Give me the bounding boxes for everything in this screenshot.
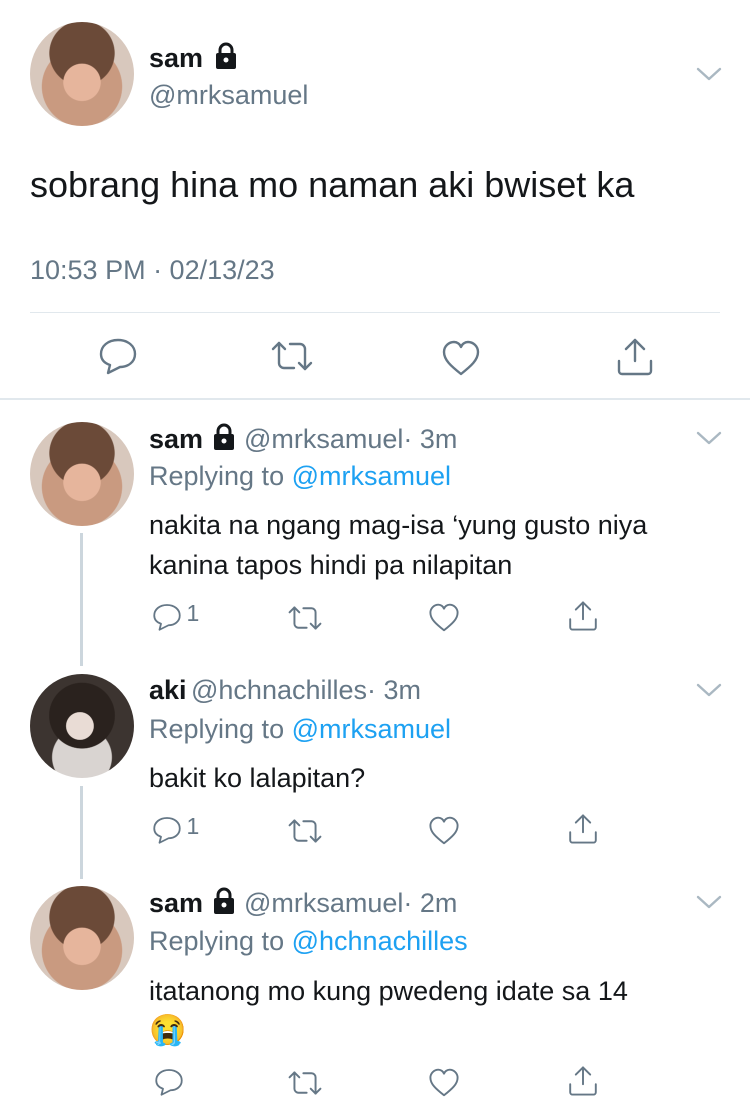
retweet-icon[interactable] [287, 818, 323, 844]
divider [30, 312, 720, 313]
reply-header: sam @mrksamuel· 3m [149, 423, 457, 455]
author-handle[interactable]: @mrksamuel [244, 888, 403, 918]
reply-icon[interactable] [154, 1067, 184, 1097]
reply-count: 1 [186, 600, 200, 626]
reply-time[interactable]: · 3m [403, 424, 457, 454]
like-icon[interactable] [428, 1068, 460, 1097]
reply-text-line: itatanong mo kung pwedeng idate sa 14 [149, 976, 628, 1006]
retweet-icon[interactable] [287, 1070, 323, 1096]
reply-icon[interactable] [98, 337, 138, 375]
reply-action[interactable]: 1 [152, 600, 199, 632]
retweet-icon[interactable] [287, 605, 323, 631]
avatar[interactable] [30, 674, 134, 778]
reply-icon[interactable] [152, 815, 182, 845]
reply-text: bakit ko lalapitan? [149, 758, 365, 798]
author-handle[interactable]: @hchnachilles [191, 675, 367, 705]
thread-line [80, 533, 83, 666]
share-icon[interactable] [567, 813, 599, 845]
reply-text: itatanong mo kung pwedeng idate sa 14 😭 [149, 971, 628, 1051]
tweet-text: sobrang hina mo naman aki bwiset ka [30, 164, 635, 205]
replying-handle-link[interactable]: @hchnachilles [292, 926, 468, 956]
chevron-down-icon[interactable] [696, 66, 722, 82]
main-tweet-author: sam [149, 42, 238, 74]
chevron-down-icon[interactable] [696, 430, 722, 446]
crying-emoji: 😭 [149, 1014, 187, 1047]
avatar[interactable] [30, 22, 134, 126]
reply-text-line: bakit ko lalapitan? [149, 763, 366, 793]
replying-to: Replying to @hchnachilles [149, 926, 468, 957]
like-icon[interactable] [428, 603, 460, 632]
replying-to: Replying to @mrksamuel [149, 461, 451, 492]
replying-label: Replying to [149, 926, 285, 956]
display-name[interactable]: sam [149, 888, 203, 918]
reply-time[interactable]: · 2m [403, 888, 457, 918]
reply-text-line: nakita na ngang mag-isa ‘yung gusto niya [149, 510, 648, 540]
thread-line [80, 786, 83, 879]
reply-text-line: kanina tapos hindi pa nilapitan [149, 550, 513, 580]
tweet-timestamp[interactable]: 10:53 PM · 02/13/23 [30, 255, 275, 286]
share-icon[interactable] [567, 600, 599, 632]
chevron-down-icon[interactable] [696, 894, 722, 910]
lock-icon [215, 42, 236, 69]
lock-icon [213, 423, 234, 450]
avatar[interactable] [30, 886, 134, 990]
reply-header: aki @hchnachilles· 3m [149, 675, 421, 706]
reply-time[interactable]: · 3m [367, 675, 421, 705]
chevron-down-icon[interactable] [696, 682, 722, 698]
reply-count: 1 [186, 813, 200, 839]
reply-header: sam @mrksamuel· 2m [149, 887, 457, 919]
section-divider [0, 398, 750, 400]
reply-icon[interactable] [152, 602, 182, 632]
share-icon[interactable] [615, 337, 655, 377]
share-icon[interactable] [567, 1065, 599, 1097]
retweet-icon[interactable] [270, 340, 314, 372]
display-name[interactable]: sam [149, 43, 203, 73]
replying-handle-link[interactable]: @mrksamuel [292, 461, 451, 491]
avatar[interactable] [30, 422, 134, 526]
replying-to: Replying to @mrksamuel [149, 714, 451, 745]
reply-action[interactable]: 1 [152, 813, 199, 845]
like-icon[interactable] [428, 816, 460, 845]
author-handle[interactable]: @mrksamuel [149, 80, 308, 111]
replying-handle-link[interactable]: @mrksamuel [292, 714, 451, 744]
display-name[interactable]: sam [149, 424, 203, 454]
author-handle[interactable]: @mrksamuel [244, 424, 403, 454]
like-icon[interactable] [441, 340, 481, 376]
replying-label: Replying to [149, 461, 285, 491]
reply-text: nakita na ngang mag-isa ‘yung gusto niya… [149, 505, 647, 585]
display-name[interactable]: aki [149, 675, 187, 705]
lock-icon [213, 887, 234, 914]
replying-label: Replying to [149, 714, 285, 744]
